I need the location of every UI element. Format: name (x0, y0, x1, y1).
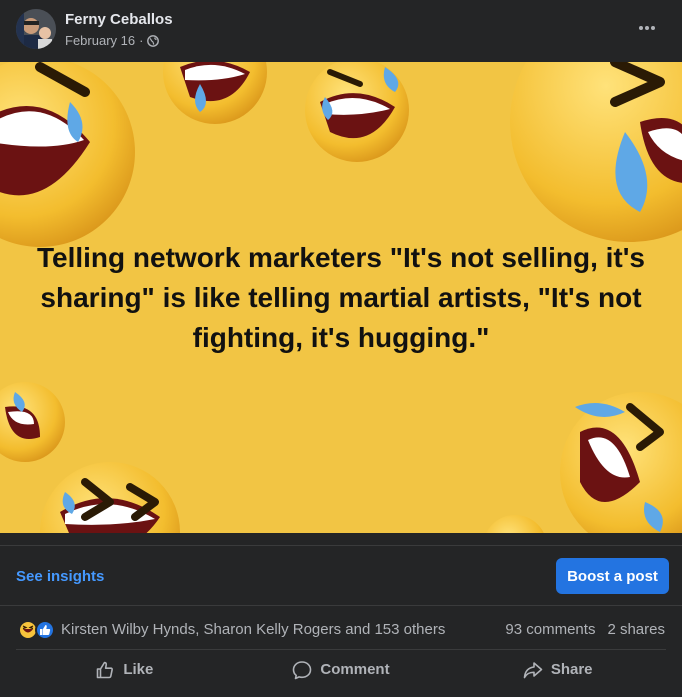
comment-icon (293, 660, 312, 679)
reactions-summary: Kirsten Wilby Hynds, Sharon Kelly Rogers… (0, 605, 682, 649)
shares-count[interactable]: 2 shares (607, 621, 665, 638)
like-label: Like (123, 661, 154, 678)
comments-count[interactable]: 93 comments (505, 621, 595, 638)
author-name[interactable]: Ferny Ceballos (65, 11, 173, 28)
share-label: Share (550, 661, 593, 678)
boost-post-button[interactable]: Boost a post (556, 558, 669, 594)
reaction-names[interactable]: Kirsten Wilby Hynds, Sharon Kelly Rogers… (61, 621, 445, 638)
laughing-emoji-icon (40, 462, 180, 533)
see-insights-link[interactable]: See insights (16, 568, 104, 585)
like-icon (35, 620, 55, 640)
post-header: Ferny Ceballos February 16 · (0, 0, 682, 62)
thumbs-up-icon (97, 661, 114, 678)
reaction-icons[interactable] (18, 620, 58, 640)
laughing-emoji-icon (560, 392, 682, 533)
laughing-emoji-icon (0, 62, 135, 247)
laughing-emoji-icon (305, 62, 409, 162)
like-button[interactable]: Like (16, 650, 233, 689)
comment-button[interactable]: Comment (233, 650, 450, 689)
post-actions: Like Comment Share (16, 649, 666, 689)
divider (0, 545, 682, 546)
haha-icon (18, 620, 38, 640)
engagement-counts: 93 comments 2 shares (505, 621, 665, 638)
post-meta: February 16 · (65, 33, 160, 48)
post-image[interactable]: Telling network marketers "It's not sell… (0, 62, 682, 533)
share-button[interactable]: Share (449, 650, 666, 689)
laughing-emoji-icon (510, 62, 682, 242)
globe-icon[interactable] (147, 34, 160, 47)
avatar[interactable] (16, 9, 56, 49)
post-card: Ferny Ceballos February 16 · Telling net… (0, 0, 682, 697)
laughing-emoji-icon (486, 515, 544, 533)
laughing-emoji-icon (0, 382, 65, 462)
post-date[interactable]: February 16 (65, 33, 135, 48)
comment-label: Comment (320, 661, 390, 678)
laughing-emoji-icon (163, 62, 267, 124)
quote-text: Telling network marketers "It's not sell… (37, 242, 645, 353)
more-options-icon[interactable] (632, 14, 662, 42)
share-icon (523, 661, 543, 678)
meta-separator: · (139, 33, 144, 48)
